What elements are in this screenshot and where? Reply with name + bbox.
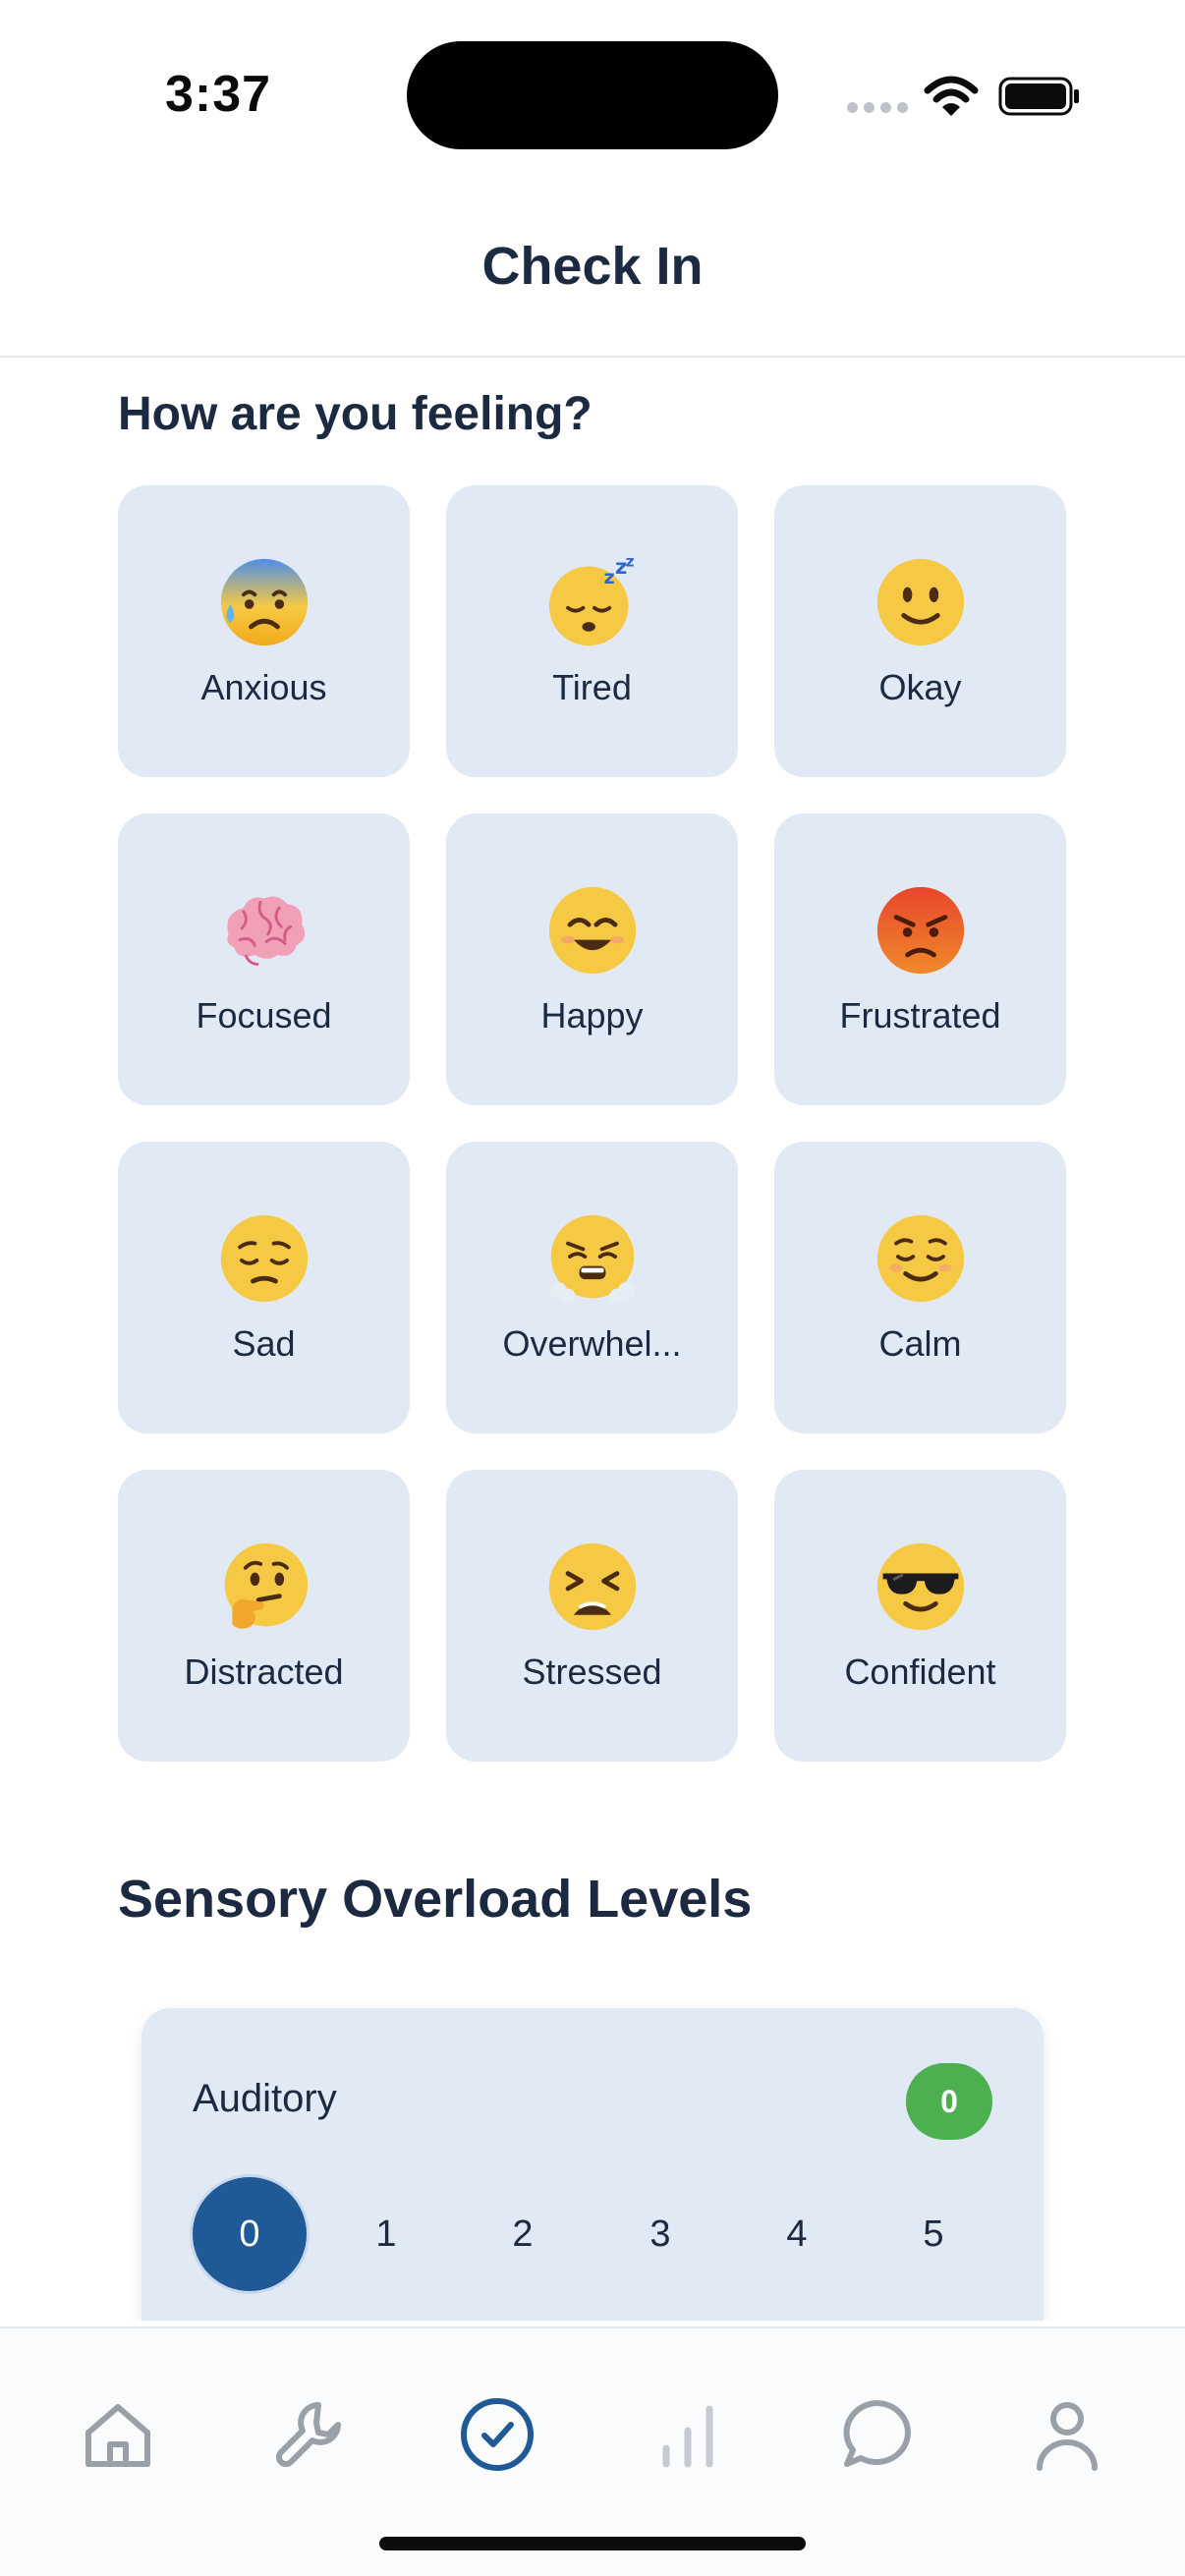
profile-icon	[1037, 2402, 1098, 2471]
tab-check-in[interactable]	[448, 2385, 546, 2484]
mood-card-focused[interactable]: Focused	[118, 813, 410, 1105]
svg-text:z: z	[603, 565, 614, 588]
mood-card-confident[interactable]: Confident	[774, 1470, 1066, 1762]
level-option-3[interactable]: 3	[603, 2177, 717, 2291]
level-option-0[interactable]: 0	[193, 2177, 307, 2291]
wifi-icon	[924, 76, 979, 116]
tab-home[interactable]	[69, 2385, 167, 2484]
mood-label: Frustrated	[839, 994, 1001, 1036]
mood-card-stressed[interactable]: Stressed	[446, 1470, 738, 1762]
mood-grid: Anxious z z z Tired Okay Focused Happy F…	[118, 485, 1067, 1762]
nav-header: Check In	[0, 177, 1185, 358]
auditory-level-selector: 0 1 2 3 4 5	[193, 2177, 998, 2291]
tab-profile[interactable]	[1018, 2385, 1116, 2484]
steam-nose-face-icon	[549, 1214, 635, 1304]
checkmark-circle-icon	[461, 2398, 534, 2471]
mood-label: Calm	[878, 1322, 962, 1364]
mood-label: Happy	[540, 994, 644, 1036]
tab-stats[interactable]	[639, 2385, 737, 2484]
auditory-label: Auditory	[193, 2077, 337, 2120]
chat-bubble-icon	[843, 2400, 911, 2467]
smiling-face-icon	[548, 886, 636, 974]
slightly-smiling-face-icon	[876, 558, 964, 645]
mood-label: Focused	[196, 994, 332, 1036]
pensive-face-icon	[220, 1214, 308, 1302]
feeling-section-title: How are you feeling?	[118, 388, 592, 440]
mood-card-okay[interactable]: Okay	[774, 485, 1066, 777]
tab-tools[interactable]	[261, 2385, 360, 2484]
brain-icon	[226, 895, 305, 966]
level-option-1[interactable]: 1	[329, 2177, 443, 2291]
level-option-5[interactable]: 5	[876, 2177, 990, 2291]
home-indicator	[379, 2537, 806, 2550]
status-time: 3:37	[165, 66, 272, 123]
mood-card-calm[interactable]: Calm	[774, 1142, 1066, 1433]
sensory-section-title: Sensory Overload Levels	[118, 1870, 753, 1929]
angry-face-icon	[876, 886, 964, 974]
tab-chat[interactable]	[827, 2385, 926, 2484]
mood-label: Okay	[878, 666, 962, 707]
mood-card-sad[interactable]: Sad	[118, 1142, 410, 1433]
home-icon	[85, 2404, 150, 2467]
page-title: Check In	[481, 237, 704, 296]
relieved-face-icon	[876, 1214, 964, 1302]
bar-chart-icon	[662, 2405, 713, 2468]
mood-card-tired[interactable]: z z z Tired	[446, 485, 738, 777]
level-option-4[interactable]: 4	[740, 2177, 854, 2291]
level-badge: 0	[906, 2063, 992, 2140]
check-in-content[interactable]: How are you feeling? Anxious z z z Tired…	[0, 360, 1185, 2321]
anxious-sweat-face-icon	[220, 558, 308, 645]
mood-label: Sad	[232, 1322, 296, 1364]
mood-label: Distracted	[184, 1651, 344, 1692]
mood-card-distracted[interactable]: Distracted	[118, 1470, 410, 1762]
mood-card-overwhelmed[interactable]: Overwhel...	[446, 1142, 738, 1433]
level-option-2[interactable]: 2	[466, 2177, 580, 2291]
svg-text:z: z	[625, 555, 634, 571]
wrench-icon	[275, 2402, 341, 2468]
cellular-signal-icon	[847, 102, 908, 114]
mood-label: Anxious	[200, 666, 327, 707]
dynamic-island	[407, 41, 778, 149]
mood-card-frustrated[interactable]: Frustrated	[774, 813, 1066, 1105]
thinking-face-icon	[224, 1542, 308, 1629]
battery-icon	[998, 77, 1079, 116]
sunglasses-face-icon	[876, 1542, 964, 1630]
mood-card-happy[interactable]: Happy	[446, 813, 738, 1105]
mood-label: Stressed	[522, 1651, 662, 1692]
mood-card-anxious[interactable]: Anxious	[118, 485, 410, 777]
status-bar: 3:37	[0, 0, 1185, 177]
auditory-card: Auditory 0 0 1 2 3 4 5	[141, 2008, 1044, 2321]
check-in-screen: 3:37 Check In How are you feeling? Anxio…	[0, 0, 1185, 2576]
mood-label: Confident	[844, 1651, 996, 1692]
sleeping-face-icon: z z z	[548, 555, 634, 645]
mood-label: Tired	[552, 666, 632, 707]
tired-face-icon	[548, 1542, 636, 1630]
mood-label: Overwhel...	[502, 1322, 682, 1364]
